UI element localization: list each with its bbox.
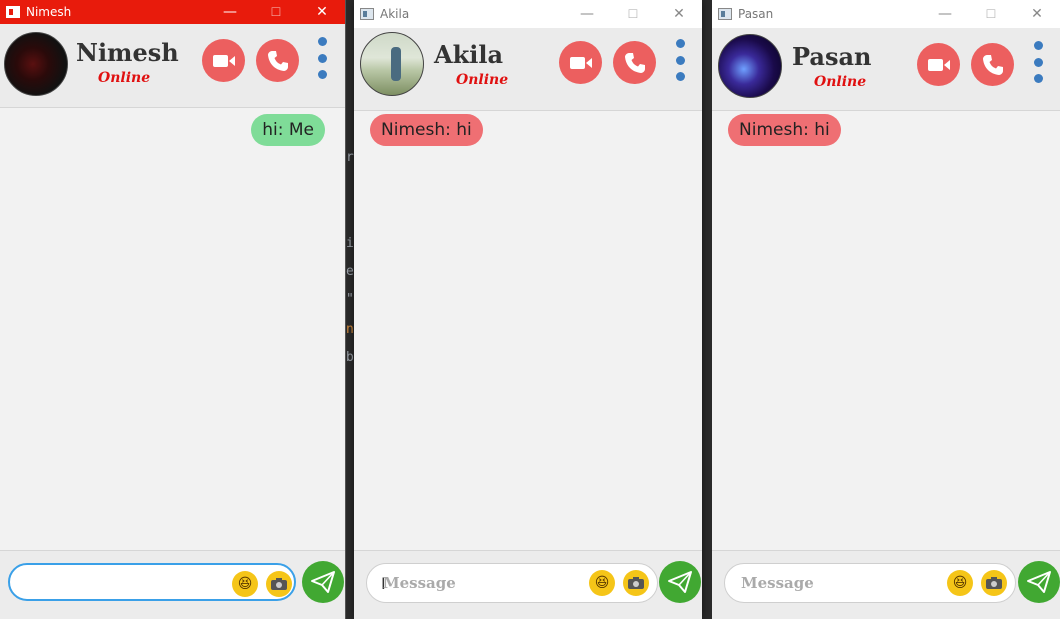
minimize-button[interactable]: — [564, 2, 610, 26]
composer: I 😆 [354, 550, 702, 619]
maximize-button[interactable]: ☐ [253, 0, 299, 24]
chat-header: Nimesh Online [0, 24, 345, 108]
chat-header: Akila Online [354, 28, 702, 111]
chat-header: Pasan Online [712, 28, 1060, 111]
message-input-box[interactable]: I 😆 [366, 563, 658, 603]
video-camera-icon [569, 56, 592, 69]
contact-name: Nimesh [76, 38, 179, 67]
camera-icon[interactable] [266, 571, 292, 597]
voice-call-button[interactable] [971, 43, 1014, 86]
laughing-emoji-icon[interactable]: 😆 [232, 571, 258, 597]
window-titlebar[interactable]: Pasan — ☐ ✕ [712, 0, 1060, 28]
close-button[interactable]: ✕ [299, 0, 345, 24]
message-list: Nimesh: hi [712, 108, 1060, 551]
chat-window-nimesh: Nimesh — ☐ ✕ Nimesh Online hi: Me 😆 [0, 0, 346, 619]
video-call-button[interactable] [917, 43, 960, 86]
window-titlebar[interactable]: Akila — ☐ ✕ [354, 0, 702, 28]
message-input[interactable] [739, 570, 943, 596]
avatar[interactable] [4, 32, 68, 96]
camera-icon[interactable] [623, 570, 649, 596]
chat-window-akila: Akila — ☐ ✕ Akila Online Nimesh: hi I 😆 [354, 0, 702, 619]
maximize-button[interactable]: ☐ [610, 2, 656, 26]
avatar[interactable] [360, 32, 424, 96]
composer: 😆 [0, 550, 345, 619]
voice-call-button[interactable] [256, 39, 299, 82]
background-code-char: i [346, 236, 354, 251]
send-button[interactable] [1018, 561, 1060, 603]
message-bubble-outgoing: hi: Me [251, 114, 325, 146]
maximize-button[interactable]: ☐ [968, 2, 1014, 26]
window-title: Nimesh [26, 5, 72, 19]
message-input-box[interactable]: 😆 [8, 563, 296, 601]
contact-status: Online [814, 74, 867, 90]
background-code-char: r [346, 150, 354, 165]
minimize-button[interactable]: — [922, 2, 968, 26]
paper-plane-icon [311, 571, 335, 593]
window-titlebar[interactable]: Nimesh — ☐ ✕ [0, 0, 345, 24]
window-title: Pasan [738, 7, 774, 21]
message-list: Nimesh: hi [354, 108, 702, 551]
chat-window-pasan: Pasan — ☐ ✕ Pasan Online Nimesh: hi 😆 [712, 0, 1060, 619]
contact-status: Online [98, 70, 151, 86]
send-button[interactable] [659, 561, 701, 603]
phone-icon [982, 54, 1003, 75]
contact-status: Online [456, 72, 509, 88]
background-code-char: n [346, 322, 354, 337]
paper-plane-icon [1027, 571, 1051, 593]
close-button[interactable]: ✕ [656, 2, 702, 26]
laughing-emoji-icon[interactable]: 😆 [589, 570, 615, 596]
send-button[interactable] [302, 561, 344, 603]
more-vertical-icon[interactable] [674, 39, 686, 81]
paper-plane-icon [668, 571, 692, 593]
message-input-box[interactable]: 😆 [724, 563, 1016, 603]
camera-icon[interactable] [981, 570, 1007, 596]
more-vertical-icon[interactable] [316, 37, 328, 79]
phone-icon [624, 52, 645, 73]
composer: 😆 [712, 550, 1060, 619]
laughing-emoji-icon[interactable]: 😆 [947, 570, 973, 596]
background-code-char: " [346, 292, 354, 307]
video-call-button[interactable] [559, 41, 602, 84]
message-bubble-incoming: Nimesh: hi [728, 114, 841, 146]
avatar[interactable] [718, 34, 782, 98]
message-input[interactable] [381, 570, 585, 596]
message-list: hi: Me [0, 108, 345, 551]
contact-name: Akila [434, 40, 504, 69]
app-icon [360, 8, 374, 20]
video-camera-icon [927, 58, 950, 71]
app-icon [6, 6, 20, 18]
phone-icon [267, 50, 288, 71]
more-vertical-icon[interactable] [1032, 41, 1044, 83]
message-bubble-incoming: Nimesh: hi [370, 114, 483, 146]
contact-name: Pasan [792, 42, 872, 71]
background-code-char: b [346, 350, 354, 365]
video-camera-icon [212, 54, 235, 67]
video-call-button[interactable] [202, 39, 245, 82]
app-icon [718, 8, 732, 20]
message-input[interactable] [24, 571, 228, 597]
voice-call-button[interactable] [613, 41, 656, 84]
minimize-button[interactable]: — [207, 0, 253, 24]
close-button[interactable]: ✕ [1014, 2, 1060, 26]
background-code-char: e [346, 264, 354, 279]
window-title: Akila [380, 7, 410, 21]
